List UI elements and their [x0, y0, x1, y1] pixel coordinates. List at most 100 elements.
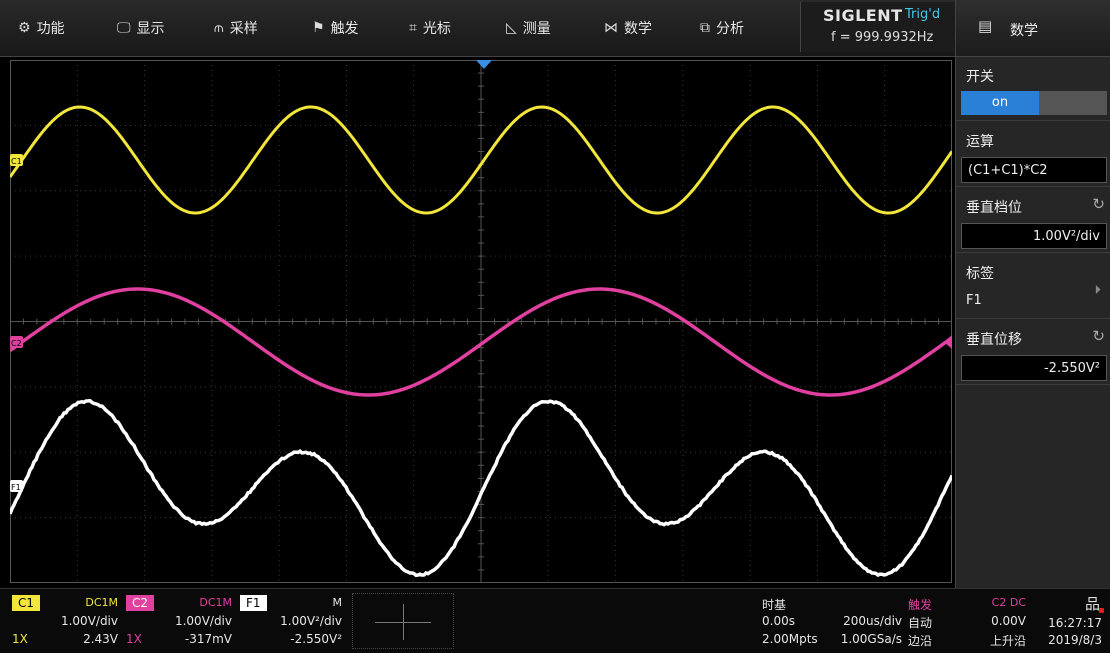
- menu-label: 光标: [423, 18, 451, 38]
- acquire-icon: ⫙: [214, 20, 224, 36]
- menu-label: 采样: [230, 18, 258, 38]
- display-icon: 🖵: [117, 20, 131, 36]
- trigger-label: 触发: [908, 596, 932, 613]
- menu-label: 分析: [716, 18, 744, 38]
- switch-section[interactable]: 开关 on: [956, 57, 1110, 121]
- c1-offset: 2.43V: [83, 632, 118, 646]
- trigger-mode: 自动: [908, 614, 932, 631]
- c1-probe: 1X: [12, 632, 28, 646]
- timebase-status-box[interactable]: 时基 0.00s 200us/div 2.00Mpts 1.00GSa/s: [758, 593, 904, 649]
- c1-marker-label: C1: [11, 157, 22, 166]
- f1-level-marker[interactable]: F1: [10, 480, 23, 492]
- document-icon: ▤: [978, 17, 992, 35]
- frequency-readout: f = 999.9932Hz: [831, 30, 933, 45]
- adjust-knob-icon: ↻: [1092, 327, 1105, 345]
- menu-label: 测量: [523, 18, 551, 38]
- vertical-offset-value[interactable]: -2.550V²: [961, 355, 1107, 381]
- trigger-position-marker[interactable]: [476, 60, 492, 69]
- c2-trigger-level-marker[interactable]: [944, 335, 952, 349]
- menu-cursor[interactable]: ⌗ 光标: [409, 18, 451, 38]
- f1-marker-label: F1: [11, 483, 21, 492]
- trigger-type: 边沿: [908, 632, 932, 649]
- menu-display[interactable]: 🖵 显示: [117, 18, 165, 38]
- clock-time: 16:27:17: [1048, 616, 1102, 630]
- c2-probe: 1X: [126, 632, 142, 646]
- vertical-scale-value[interactable]: 1.00V²/div: [961, 223, 1107, 249]
- c1-level-marker[interactable]: C1: [10, 154, 23, 166]
- timebase-label: 时基: [762, 596, 786, 613]
- plus-icon-v: [403, 604, 404, 640]
- waveform-svg: C1 C2 F1: [10, 60, 952, 583]
- c2-marker-label: C2: [11, 339, 22, 348]
- f1-status-box[interactable]: F1 M 1.00V²/div -2.550V²: [238, 593, 348, 649]
- trigger-source: C2 DC: [992, 596, 1026, 609]
- vertical-offset-section[interactable]: 垂直位移 ↻ -2.550V²: [956, 319, 1110, 385]
- trigger-status-box[interactable]: 触发 C2 DC 自动 0.00V 边沿 上升沿: [906, 593, 1028, 649]
- brand-status-box: SIGLENT Trig'd f = 999.9932Hz: [800, 2, 956, 52]
- panel-title: 数学: [1010, 20, 1038, 40]
- cursor-icon: ⌗: [409, 20, 417, 36]
- c2-scale: 1.00V/div: [175, 614, 232, 628]
- f1-mode: M: [333, 596, 343, 609]
- c2-coupling: DC1M: [199, 596, 232, 609]
- network-icon: 品: [1085, 593, 1100, 614]
- math-menu-panel: ▤ 数学 开关 on 运算 (C1+C1)*C2 垂直档位 ↻ 1.00V²/d…: [955, 0, 1110, 588]
- gear-icon: ⚙: [18, 20, 31, 36]
- c2-tag: C2: [126, 595, 154, 611]
- f1-scale: 1.00V²/div: [280, 614, 342, 628]
- f1-offset: -2.550V²: [290, 632, 342, 646]
- waveform-display[interactable]: C1 C2 F1: [10, 60, 952, 583]
- c2-level-marker[interactable]: C2: [10, 336, 23, 348]
- c2-offset: -317mV: [185, 632, 232, 646]
- label-label: 标签: [966, 263, 994, 283]
- timebase-scale: 200us/div: [843, 614, 902, 628]
- add-channel-slot[interactable]: [352, 593, 454, 649]
- clock-date: 2019/8/3: [1048, 633, 1102, 647]
- switch-on-indicator: on: [961, 91, 1039, 115]
- bottom-status-bar: C1 DC1M 1.00V/div 1X 2.43V C2 DC1M 1.00V…: [0, 588, 1110, 653]
- menu-acquire[interactable]: ⫙ 采样: [214, 18, 258, 38]
- adjust-knob-icon: ↻: [1092, 195, 1105, 213]
- memory-depth: 2.00Mpts: [762, 632, 818, 646]
- vertical-scale-section[interactable]: 垂直档位 ↻ 1.00V²/div: [956, 187, 1110, 253]
- math-icon: ⋈: [604, 20, 618, 36]
- c1-tag: C1: [12, 595, 40, 611]
- clock-box: 品 16:27:17 2019/8/3: [1034, 593, 1106, 649]
- menu-trigger[interactable]: ⚑ 触发: [312, 18, 359, 38]
- menu-label: 功能: [37, 18, 65, 38]
- operation-label: 运算: [966, 131, 994, 151]
- menu-math[interactable]: ⋈ 数学: [604, 18, 652, 38]
- label-value: F1: [966, 293, 982, 308]
- panel-header: ▤ 数学: [956, 0, 1110, 57]
- operation-value[interactable]: (C1+C1)*C2: [961, 157, 1107, 183]
- menu-measure[interactable]: ◺ 测量: [506, 18, 551, 38]
- trigger-level: 0.00V: [991, 614, 1026, 628]
- switch-toggle[interactable]: on: [961, 91, 1107, 115]
- network-error-dot: [1099, 608, 1104, 613]
- label-section[interactable]: 标签 F1 ⏵: [956, 253, 1110, 319]
- menu-utility[interactable]: ⚙ 功能: [18, 18, 65, 38]
- trigger-state: Trig'd: [905, 7, 940, 22]
- brand-logo: SIGLENT: [823, 6, 903, 25]
- top-menu-bar: ⚙ 功能 🖵 显示 ⫙ 采样 ⚑ 触发 ⌗ 光标 ◺ 测量 ⋈ 数学 ⧉ 分析 …: [0, 0, 955, 57]
- trigger-slope: 上升沿: [990, 632, 1026, 649]
- menu-label: 显示: [137, 18, 165, 38]
- measure-icon: ◺: [506, 20, 517, 36]
- c1-status-box[interactable]: C1 DC1M 1.00V/div 1X 2.43V: [10, 593, 120, 649]
- menu-label: 数学: [624, 18, 652, 38]
- switch-label: 开关: [966, 66, 994, 86]
- c1-coupling: DC1M: [85, 596, 118, 609]
- menu-analysis[interactable]: ⧉ 分析: [700, 18, 744, 38]
- graticule: [10, 60, 952, 583]
- c2-status-box[interactable]: C2 DC1M 1.00V/div 1X -317mV: [124, 593, 234, 649]
- vertical-offset-label: 垂直位移: [966, 329, 1022, 349]
- submenu-arrow-icon: ⏵: [1095, 283, 1102, 298]
- sample-rate: 1.00GSa/s: [841, 632, 902, 646]
- c1-scale: 1.00V/div: [61, 614, 118, 628]
- vertical-scale-label: 垂直档位: [966, 197, 1022, 217]
- timebase-delay: 0.00s: [762, 614, 795, 628]
- operation-section[interactable]: 运算 (C1+C1)*C2: [956, 121, 1110, 187]
- analysis-icon: ⧉: [700, 20, 710, 36]
- menu-label: 触发: [331, 18, 359, 38]
- trigger-flag-icon: ⚑: [312, 20, 325, 36]
